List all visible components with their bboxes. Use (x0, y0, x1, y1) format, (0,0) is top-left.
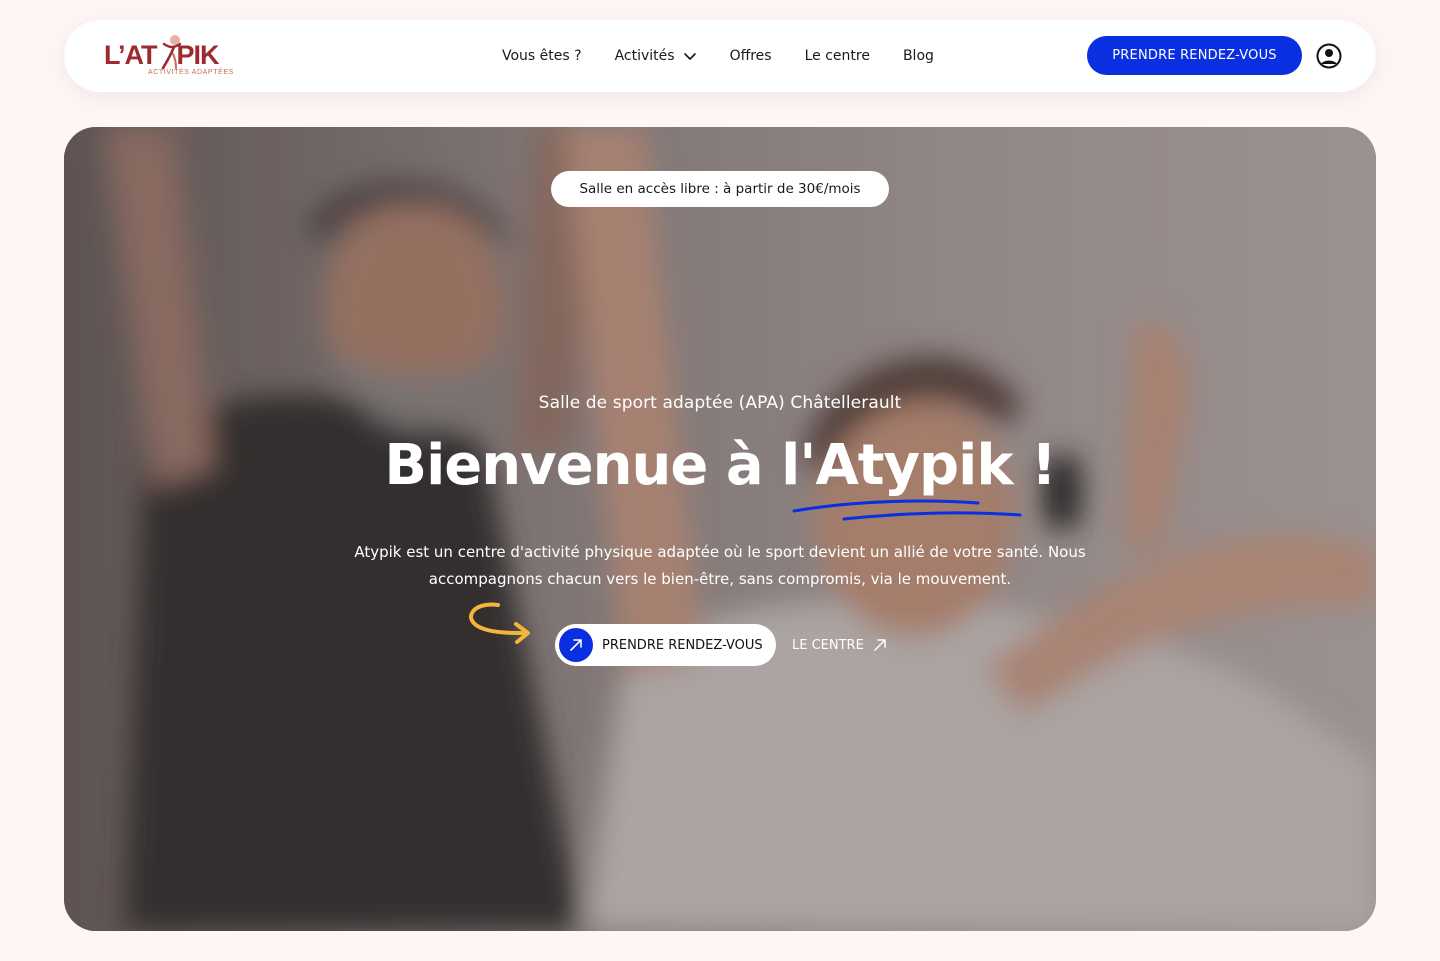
nav-label: Offres (729, 48, 772, 64)
hero-section: Salle en accès libre : à partir de 30€/m… (64, 127, 1376, 931)
chevron-down-icon (683, 53, 696, 60)
hero-link-label: LE CENTRE (792, 637, 864, 653)
nav-label: Le centre (804, 48, 870, 64)
nav-item-le-centre[interactable]: Le centre (805, 48, 870, 64)
nav-item-activites[interactable]: Activités (615, 48, 697, 64)
main-nav: Vous êtes ? Activités Offres Le centre B… (502, 20, 967, 92)
nav-label: Activités (614, 48, 675, 64)
hero-overlay (64, 127, 1376, 931)
curved-arrow-icon (469, 602, 530, 644)
top-navbar: L’AT PIK ACTIVITÉS ADAPTÉES Vous êtes ? A… (64, 20, 1376, 92)
atypik-logo[interactable]: L’AT PIK ACTIVITÉS ADAPTÉES (104, 32, 233, 80)
nav-item-vous-etes[interactable]: Vous êtes ? (502, 48, 582, 64)
arrow-up-right-icon (874, 639, 886, 651)
hero-book-appointment-button[interactable]: PRENDRE RENDEZ-VOUS (555, 624, 776, 666)
logo-figure-icon (161, 35, 182, 70)
handdrawn-underline-icon (792, 499, 1022, 521)
nav-label: Blog (902, 48, 934, 64)
hero-le-centre-link[interactable]: LE CENTRE (792, 634, 888, 656)
nav-label: Vous êtes ? (502, 48, 582, 64)
hero-description: Atypik est un centre d'activité physique… (354, 543, 1086, 588)
nav-item-blog[interactable]: Blog (903, 48, 934, 64)
nav-item-offres[interactable]: Offres (730, 48, 772, 64)
user-circle-icon[interactable] (1316, 43, 1342, 69)
hero-title: Bienvenue à l'Atypik ! (384, 433, 1056, 498)
hero-subtitle: Salle de sport adaptée (APA) Châtellerau… (538, 393, 902, 413)
book-appointment-button[interactable]: PRENDRE RENDEZ-VOUS (1087, 36, 1302, 75)
pricing-badge: Salle en accès libre : à partir de 30€/m… (551, 171, 889, 207)
arrow-up-right-icon (559, 628, 593, 662)
hero-cta-label: PRENDRE RENDEZ-VOUS (602, 637, 763, 653)
logo-tagline: ACTIVITÉS ADAPTÉES (148, 69, 234, 76)
